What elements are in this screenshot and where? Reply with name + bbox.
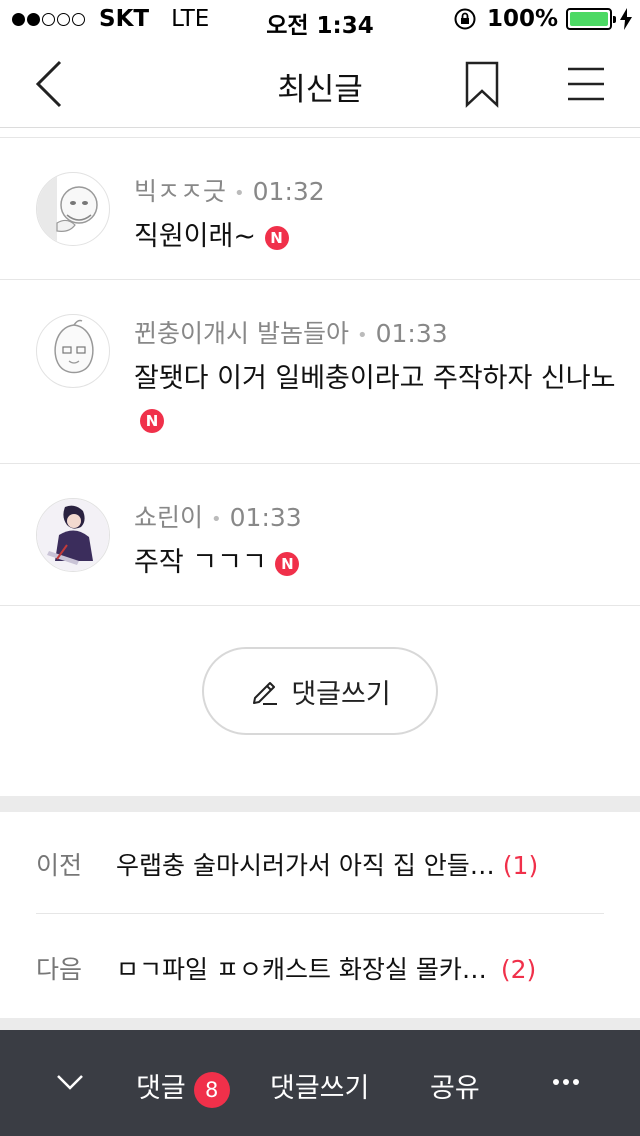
page-title: 최신글 <box>277 72 363 108</box>
more-dots-icon[interactable] <box>552 1078 580 1086</box>
comments-tab[interactable]: 댓글 8 <box>136 1066 230 1108</box>
write-comment-tab[interactable]: 댓글쓰기 <box>270 1066 369 1105</box>
pencil-icon <box>253 682 278 705</box>
next-label: 다음 <box>36 955 83 984</box>
battery-icon <box>566 8 616 30</box>
prev-post-title: 우랩충 술마시러가서 아직 집 안들… (1) <box>116 846 538 882</box>
new-badge: N <box>275 551 300 576</box>
battery-percent: 100% <box>486 6 558 32</box>
write-comment-label: 댓글쓰기 <box>291 678 391 710</box>
next-post-link[interactable]: 다음 ㅁㄱ파일 ㅍㅇ캐스트 화장실 몰카… (2) <box>36 916 604 1018</box>
comment-list: 빅ㅈㅈ긋 • 01:32 직원이래~ N 뀐충이개시 발놈들아 • 01:33 잘됏다 … <box>0 137 640 606</box>
comment-meta: 쇼린이 • 01:33 <box>134 503 302 532</box>
status-bar: SKT LTE 오전 1:34 100% <box>0 0 640 40</box>
navigation-bar: 최신글 <box>0 40 640 128</box>
avatar[interactable] <box>36 498 110 572</box>
comment-item: 쇼린이 • 01:33 주작 ㄱㄱㄱ N <box>0 464 640 606</box>
comments-label: 댓글 <box>136 1073 186 1104</box>
prev-title-text: 우랩충 술마시러가서 아직 집 안들… <box>116 851 495 880</box>
comment-meta: 빅ㅈㅈ긋 • 01:32 <box>134 177 325 206</box>
avatar[interactable] <box>36 172 110 246</box>
next-post-title: ㅁㄱ파일 ㅍㅇ캐스트 화장실 몰카… (2) <box>116 950 536 986</box>
next-title-text: ㅁㄱ파일 ㅍㅇ캐스트 화장실 몰카… <box>116 955 487 984</box>
comment-author[interactable]: 뀐충이개시 발놈들아 <box>134 319 349 348</box>
charging-bolt-icon <box>620 8 632 30</box>
comment-body: 직원이래~ <box>134 221 256 252</box>
write-comment-area: 댓글쓰기 <box>0 606 640 796</box>
comment-author[interactable]: 빅ㅈㅈ긋 <box>134 177 226 206</box>
prev-comment-count: (1) <box>502 851 539 880</box>
comment-time: 01:32 <box>252 177 325 206</box>
bookmark-icon[interactable] <box>462 60 502 108</box>
status-right: 100% <box>453 6 632 32</box>
section-divider <box>0 796 640 812</box>
comment-body: 주작 ㄱㄱㄱ <box>134 547 267 578</box>
comment-text: 잘됏다 이거 일베충이라고 주작하자 신나노 <box>134 363 616 394</box>
rotation-lock-icon <box>454 8 476 30</box>
comments-count-badge: 8 <box>193 1071 230 1108</box>
chevron-down-icon[interactable] <box>56 1072 84 1092</box>
comment-item: 뀐충이개시 발놈들아 • 01:33 잘됏다 이거 일베충이라고 주작하자 신나노 … <box>0 280 640 464</box>
comment-author[interactable]: 쇼린이 <box>134 503 203 532</box>
prev-label: 이전 <box>36 851 83 880</box>
comment-time: 01:33 <box>229 503 302 532</box>
new-badge: N <box>140 408 164 433</box>
bottom-toolbar: 댓글 8 댓글쓰기 공유 <box>0 1030 640 1136</box>
share-button[interactable]: 공유 <box>430 1066 480 1105</box>
comment-meta: 뀐충이개시 발놈들아 • 01:33 <box>134 319 448 348</box>
section-divider <box>0 1018 640 1030</box>
avatar[interactable] <box>36 314 110 388</box>
comment-item: 빅ㅈㅈ긋 • 01:32 직원이래~ N <box>0 138 640 280</box>
prev-post-link[interactable]: 이전 우랩충 술마시러가서 아직 집 안들… (1) <box>36 812 604 914</box>
comment-time: 01:33 <box>375 319 448 348</box>
write-comment-button[interactable]: 댓글쓰기 <box>202 647 438 735</box>
comment-text: 주작 ㄱㄱㄱ N <box>134 540 300 579</box>
comment-badge-row: N <box>140 404 164 435</box>
new-badge: N <box>264 225 289 250</box>
next-comment-count: (2) <box>500 955 537 984</box>
comment-text: 직원이래~ N <box>134 214 289 253</box>
hamburger-menu-icon[interactable] <box>566 66 606 102</box>
